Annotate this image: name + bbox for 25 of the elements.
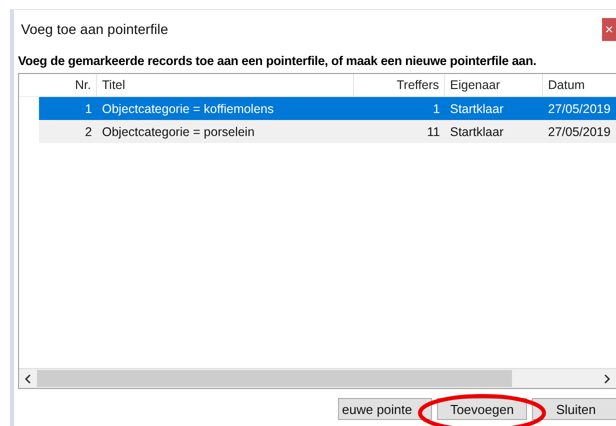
column-header[interactable]: Eigenaar (445, 74, 543, 96)
window-title: Voeg toe aan pointerfile (21, 21, 168, 37)
list-row[interactable]: 1 Objectcategorie = koffiemolens 1 Startklaar 27/05/2019 (39, 97, 616, 120)
table-cell-text: 27/05/2019 (547, 124, 612, 138)
dialog-button[interactable]: euwe pointe (338, 398, 432, 420)
table-cell-text: 1 (84, 102, 93, 116)
column-header[interactable]: Nr. (19, 74, 97, 96)
table-cell-text: 27/05/2019 (547, 102, 612, 116)
horizontal-scrollbar[interactable] (19, 368, 616, 388)
table-cell-text: 11 (426, 124, 441, 138)
scrollbar-thumb[interactable] (37, 370, 512, 387)
table-cell-text: Startklaar (449, 124, 504, 138)
table-cell-text: Objectcategorie = porselein (101, 124, 256, 138)
close-button[interactable]: × (602, 18, 616, 40)
column-header[interactable]: Datum (543, 74, 616, 96)
table-cell-text: 2 (84, 124, 93, 138)
table-cell-text: Startklaar (449, 102, 504, 116)
column-header[interactable]: Treffers (354, 74, 445, 96)
list-row[interactable]: 2 Objectcategorie = porselein 11 Startklaar 27/05/2019 (39, 120, 616, 143)
dialog-button[interactable]: Toevoegen (437, 398, 527, 420)
table-cell-text: 1 (432, 102, 441, 116)
table-cell-text: Objectcategorie = koffiemolens (101, 102, 275, 116)
instruction-text: Voeg de gemarkeerde records toe aan een pointerfile, of maak een nieuwe pointerfile aan. (17, 53, 538, 70)
column-header[interactable]: Titel (97, 74, 354, 96)
dialog-button[interactable]: Sluiten (532, 398, 616, 420)
